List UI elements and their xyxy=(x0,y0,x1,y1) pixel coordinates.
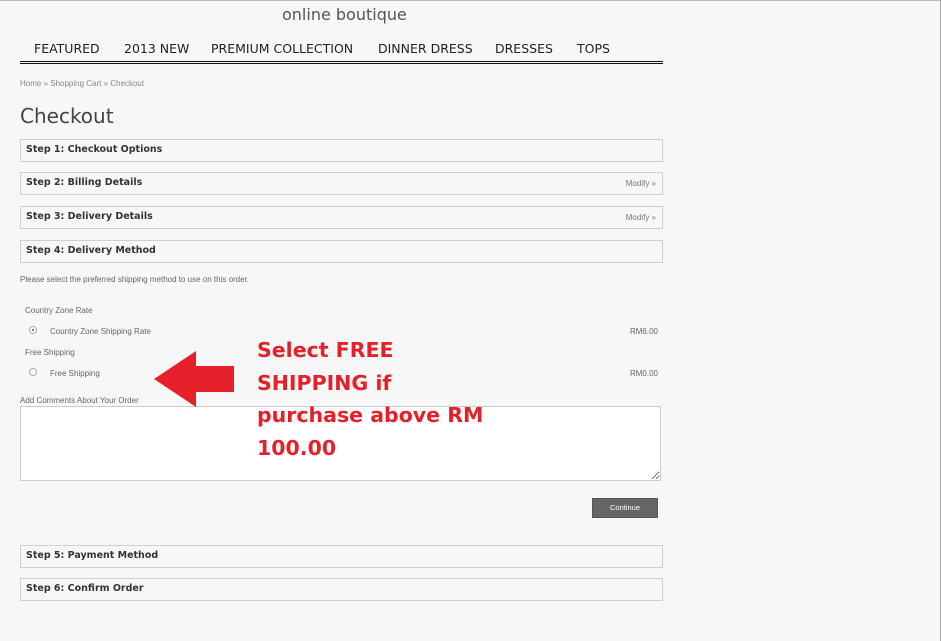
breadcrumb[interactable]: Home » Shopping Cart » Checkout xyxy=(20,79,144,88)
nav-item-tops[interactable]: TOPS xyxy=(577,41,610,56)
nav-item-dinner-dress[interactable]: DINNER DRESS xyxy=(378,41,473,56)
arrow-left-icon xyxy=(154,351,234,407)
step-checkout-options[interactable]: Step 1: Checkout Options xyxy=(20,139,663,162)
site-logo[interactable]: online boutique xyxy=(282,5,407,24)
nav-item-featured[interactable]: FEATURED xyxy=(34,41,100,56)
shipping-option-label[interactable]: Country Zone Shipping Rate xyxy=(50,327,151,336)
delivery-instruction: Please select the preferred shipping met… xyxy=(20,275,250,284)
comments-label: Add Comments About Your Order xyxy=(20,396,139,405)
step-title: Step 2: Billing Details xyxy=(26,177,143,188)
step-title: Step 3: Delivery Details xyxy=(26,211,153,222)
step-confirm-order[interactable]: Step 6: Confirm Order xyxy=(20,578,663,601)
step-title: Step 1: Checkout Options xyxy=(26,144,163,155)
continue-button[interactable]: Continue xyxy=(592,498,658,518)
step-payment-method[interactable]: Step 5: Payment Method xyxy=(20,545,663,568)
step-title: Step 6: Confirm Order xyxy=(26,583,144,594)
annotation-line: SHIPPING if xyxy=(257,370,392,395)
shipping-group-heading: Country Zone Rate xyxy=(25,306,93,315)
shipping-price: RM6.00 xyxy=(629,327,658,336)
top-border xyxy=(0,0,941,1)
radio-free-shipping[interactable] xyxy=(29,368,37,376)
modify-link[interactable]: Modify » xyxy=(626,179,656,188)
step-billing-details[interactable]: Step 2: Billing Details Modify » xyxy=(20,172,663,195)
shipping-price: RM0.00 xyxy=(629,369,658,378)
page-title: Checkout xyxy=(20,104,114,128)
radio-country-zone[interactable] xyxy=(29,326,37,334)
main-nav: FEATURED 2013 NEW PREMIUM COLLECTION DIN… xyxy=(20,40,663,64)
step-title: Step 4: Delivery Method xyxy=(26,245,156,256)
annotation-line: Select FREE xyxy=(257,338,394,362)
nav-item-premium-collection[interactable]: PREMIUM COLLECTION xyxy=(211,41,353,56)
modify-link[interactable]: Modify » xyxy=(626,213,656,222)
annotation-note: Select FREE SHIPPING if purchase above R… xyxy=(257,334,497,464)
step-delivery-details[interactable]: Step 3: Delivery Details Modify » xyxy=(20,206,663,229)
step-delivery-method[interactable]: Step 4: Delivery Method xyxy=(20,240,663,263)
shipping-option-label[interactable]: Free Shipping xyxy=(50,369,100,378)
nav-item-dresses[interactable]: DRESSES xyxy=(495,41,553,56)
step-title: Step 5: Payment Method xyxy=(26,550,159,561)
nav-item-2013-new[interactable]: 2013 NEW xyxy=(124,41,189,56)
annotation-line: purchase above RM xyxy=(257,403,484,427)
shipping-group-heading: Free Shipping xyxy=(25,348,75,357)
annotation-line: 100.00 xyxy=(257,435,337,460)
